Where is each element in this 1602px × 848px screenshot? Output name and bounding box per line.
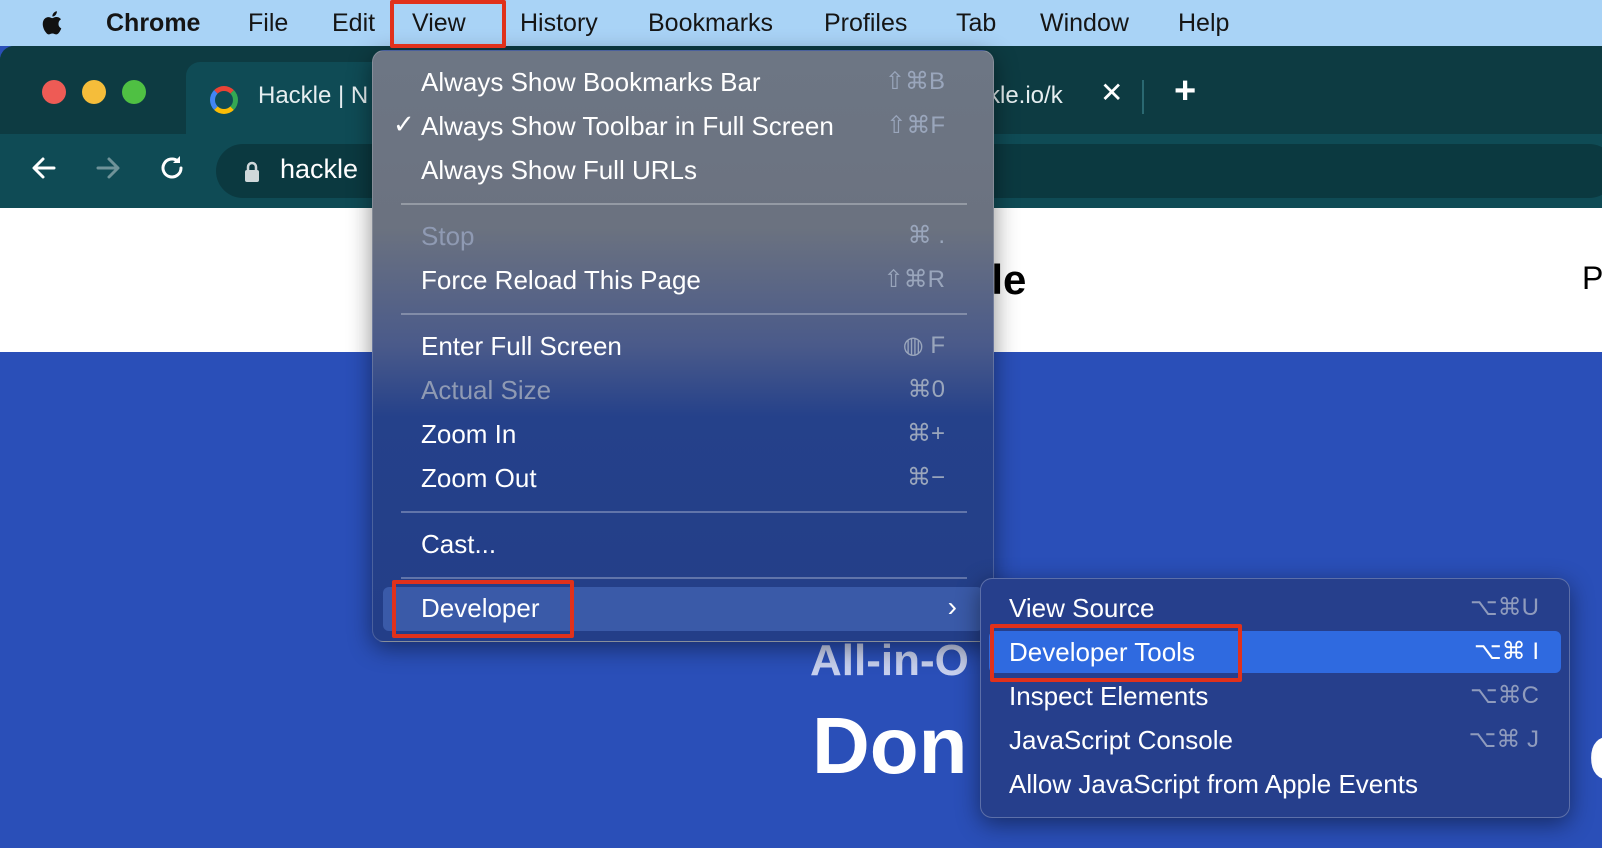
menu-item-shortcut: ⌘ . — [907, 222, 945, 249]
menu-item-zoom-out[interactable]: Zoom Out ⌘− — [373, 459, 993, 499]
new-tab-button[interactable]: + — [1174, 70, 1196, 113]
chevron-right-icon: › — [947, 591, 957, 622]
menu-item-shortcut: ⌘0 — [907, 376, 945, 403]
checkmark-icon: ✓ — [393, 109, 415, 139]
menu-item-actual-size: Actual Size ⌘0 — [373, 371, 993, 411]
menu-item-shortcut: ⇧⌘F — [886, 112, 945, 139]
hero-title-right: e — [1588, 706, 1602, 798]
menu-item-always-show-toolbar[interactable]: ✓ Always Show Toolbar in Full Screen ⇧⌘F — [373, 107, 993, 147]
menu-edit[interactable]: Edit — [332, 6, 375, 40]
menu-item-shortcut: ⌥⌘U — [1470, 594, 1539, 621]
menu-item-label: View Source — [1009, 593, 1155, 623]
developer-submenu: View Source ⌥⌘U Developer Tools ⌥⌘ I Ins… — [980, 578, 1570, 818]
menu-item-shortcut: ⌘+ — [906, 420, 945, 447]
menu-item-force-reload[interactable]: Force Reload This Page ⇧⌘R — [373, 261, 993, 301]
hero-subtitle: All-in-O — [810, 636, 969, 685]
menu-item-shortcut: ◍ F — [903, 331, 945, 360]
menu-item-shortcut: ⌥⌘ J — [1468, 726, 1539, 753]
menu-item-label: Always Show Toolbar in Full Screen — [421, 111, 834, 141]
tab-divider — [1142, 80, 1144, 114]
zoom-window-button[interactable] — [122, 80, 146, 104]
menu-item-stop: Stop ⌘ . — [373, 217, 993, 257]
menu-item-shortcut: ⇧⌘B — [884, 68, 945, 95]
menu-help[interactable]: Help — [1178, 6, 1229, 40]
menu-item-label: Zoom Out — [421, 463, 537, 493]
view-menu-dropdown: Always Show Bookmarks Bar ⇧⌘B ✓ Always S… — [372, 50, 994, 642]
macos-menu-bar: Chrome File Edit View History Bookmarks … — [0, 0, 1602, 46]
menu-item-shortcut: ⌥⌘ I — [1474, 638, 1539, 665]
menu-item-label: Force Reload This Page — [421, 265, 701, 295]
menu-item-shortcut: ⌘− — [906, 464, 945, 491]
lock-icon — [242, 160, 262, 190]
menu-item-label: Zoom In — [421, 419, 517, 449]
menu-item-label: JavaScript Console — [1009, 725, 1233, 755]
menu-chrome[interactable]: Chrome — [106, 6, 200, 40]
reload-icon[interactable] — [156, 152, 188, 184]
menu-item-label: Enter Full Screen — [421, 331, 622, 361]
menu-item-label: Inspect Elements — [1009, 681, 1209, 711]
menu-file[interactable]: File — [248, 6, 288, 40]
menu-bookmarks[interactable]: Bookmarks — [648, 6, 773, 40]
back-arrow-icon[interactable] — [28, 152, 60, 184]
menu-separator — [401, 313, 967, 315]
hero-title: Don — [812, 701, 968, 790]
apple-icon[interactable] — [38, 8, 68, 38]
menu-profiles[interactable]: Profiles — [824, 6, 907, 40]
menu-separator — [401, 203, 967, 205]
tab-title: Hackle | N — [258, 82, 369, 109]
menu-item-shortcut: ⌥⌘C — [1470, 682, 1539, 709]
menu-item-javascript-console[interactable]: JavaScript Console ⌥⌘ J — [981, 719, 1569, 761]
menu-item-cast[interactable]: Cast... — [373, 525, 993, 565]
menu-item-view-source[interactable]: View Source ⌥⌘U — [981, 587, 1569, 629]
url-text[interactable]: hackle — [280, 154, 358, 185]
globe-icon: ◍ — [902, 332, 924, 359]
menu-window[interactable]: Window — [1040, 6, 1129, 40]
menu-tab[interactable]: Tab — [956, 6, 996, 40]
menu-separator — [401, 577, 967, 579]
annotation-view-box — [390, 0, 506, 48]
menu-item-always-show-bookmarks-bar[interactable]: Always Show Bookmarks Bar ⇧⌘B — [373, 63, 993, 103]
site-nav-item[interactable]: P — [1582, 260, 1602, 297]
menu-item-allow-javascript-apple-events[interactable]: Allow JavaScript from Apple Events — [981, 763, 1569, 805]
close-window-button[interactable] — [42, 80, 66, 104]
annotation-developer-tools-box — [990, 624, 1242, 682]
menu-item-always-show-full-urls[interactable]: Always Show Full URLs — [373, 151, 993, 191]
menu-item-enter-full-screen[interactable]: Enter Full Screen ◍ F — [373, 327, 993, 367]
menu-separator — [401, 511, 967, 513]
menu-item-label: Always Show Bookmarks Bar — [421, 67, 761, 97]
menu-item-zoom-in[interactable]: Zoom In ⌘+ — [373, 415, 993, 455]
menu-item-label: Always Show Full URLs — [421, 155, 697, 185]
menu-item-label: Allow JavaScript from Apple Events — [1009, 769, 1418, 799]
close-tab-icon[interactable]: ✕ — [1100, 76, 1123, 109]
annotation-developer-box — [392, 580, 574, 638]
minimize-window-button[interactable] — [82, 80, 106, 104]
menu-item-label: Actual Size — [421, 375, 552, 405]
menu-item-label: Cast... — [421, 529, 497, 559]
hackle-favicon-icon — [210, 86, 238, 114]
menu-item-shortcut: ⇧⌘R — [883, 266, 945, 293]
menu-item-label: Stop — [421, 221, 475, 251]
forward-arrow-icon[interactable] — [92, 152, 124, 184]
shortcut-key: F — [930, 332, 945, 359]
menu-history[interactable]: History — [520, 6, 598, 40]
